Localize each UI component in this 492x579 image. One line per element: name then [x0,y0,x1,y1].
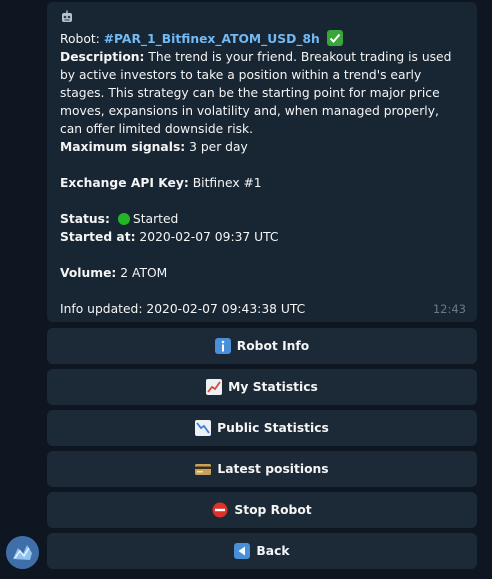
volume-line: Volume: 2 ATOM [60,264,464,282]
stop-robot-label: Stop Robot [234,503,312,517]
robot-info-label: Robot Info [236,339,310,353]
api-key-value: Bitfinex #1 [192,176,262,190]
description-label: Description: [60,50,145,64]
api-key-line: Exchange API Key: Bitfinex #1 [60,174,464,192]
info-icon [214,338,231,354]
volume-label: Volume: [60,266,117,280]
status-label: Status: [60,212,110,226]
my-statistics-label: My Statistics [228,380,318,394]
chart-increasing-icon [206,379,223,395]
status-line: Status: Started [60,210,464,228]
chart-decreasing-icon [195,420,212,436]
volume-value: 2 ATOM [120,266,168,280]
robot-label: Robot: [60,32,100,46]
started-at-label: Started at: [60,230,136,244]
robot-icon-line [60,8,464,27]
stop-robot-button[interactable]: Stop Robot [47,492,477,528]
robot-icon [62,10,72,22]
robot-line: Robot: #PAR_1_Bitfinex_ATOM_USD_8h [60,27,464,48]
latest-positions-button[interactable]: Latest positions [47,451,477,487]
bot-message-bubble: Robot: #PAR_1_Bitfinex_ATOM_USD_8h Descr… [47,2,477,322]
check-mark-icon [326,30,343,46]
started-at-value: 2020-02-07 09:37 UTC [139,230,279,244]
status-value: Started [132,212,179,226]
back-button[interactable]: Back [47,533,477,569]
max-signals-line: Maximum signals: 3 per day [60,138,464,156]
no-entry-icon [212,502,228,518]
green-circle-icon [117,213,130,225]
started-at-line: Started at: 2020-02-07 09:37 UTC [60,228,464,246]
max-signals-value: 3 per day [189,140,248,154]
back-arrow-icon [234,543,251,559]
api-key-label: Exchange API Key: [60,176,189,190]
message-time: 12:43 [432,302,466,316]
back-label: Back [256,544,290,558]
my-statistics-button[interactable]: My Statistics [47,369,477,405]
robot-info-button[interactable]: Robot Info [47,328,477,364]
description: Description: The trend is your friend. B… [60,48,464,138]
latest-positions-label: Latest positions [217,462,329,476]
robot-name-link[interactable]: #PAR_1_Bitfinex_ATOM_USD_8h [104,32,320,46]
credit-card-icon [195,461,212,477]
public-statistics-button[interactable]: Public Statistics [47,410,477,446]
public-statistics-label: Public Statistics [217,421,329,435]
bot-avatar[interactable] [6,536,39,569]
info-updated: Info updated: 2020-02-07 09:43:38 UTC [60,302,306,316]
max-signals-label: Maximum signals: [60,140,186,154]
